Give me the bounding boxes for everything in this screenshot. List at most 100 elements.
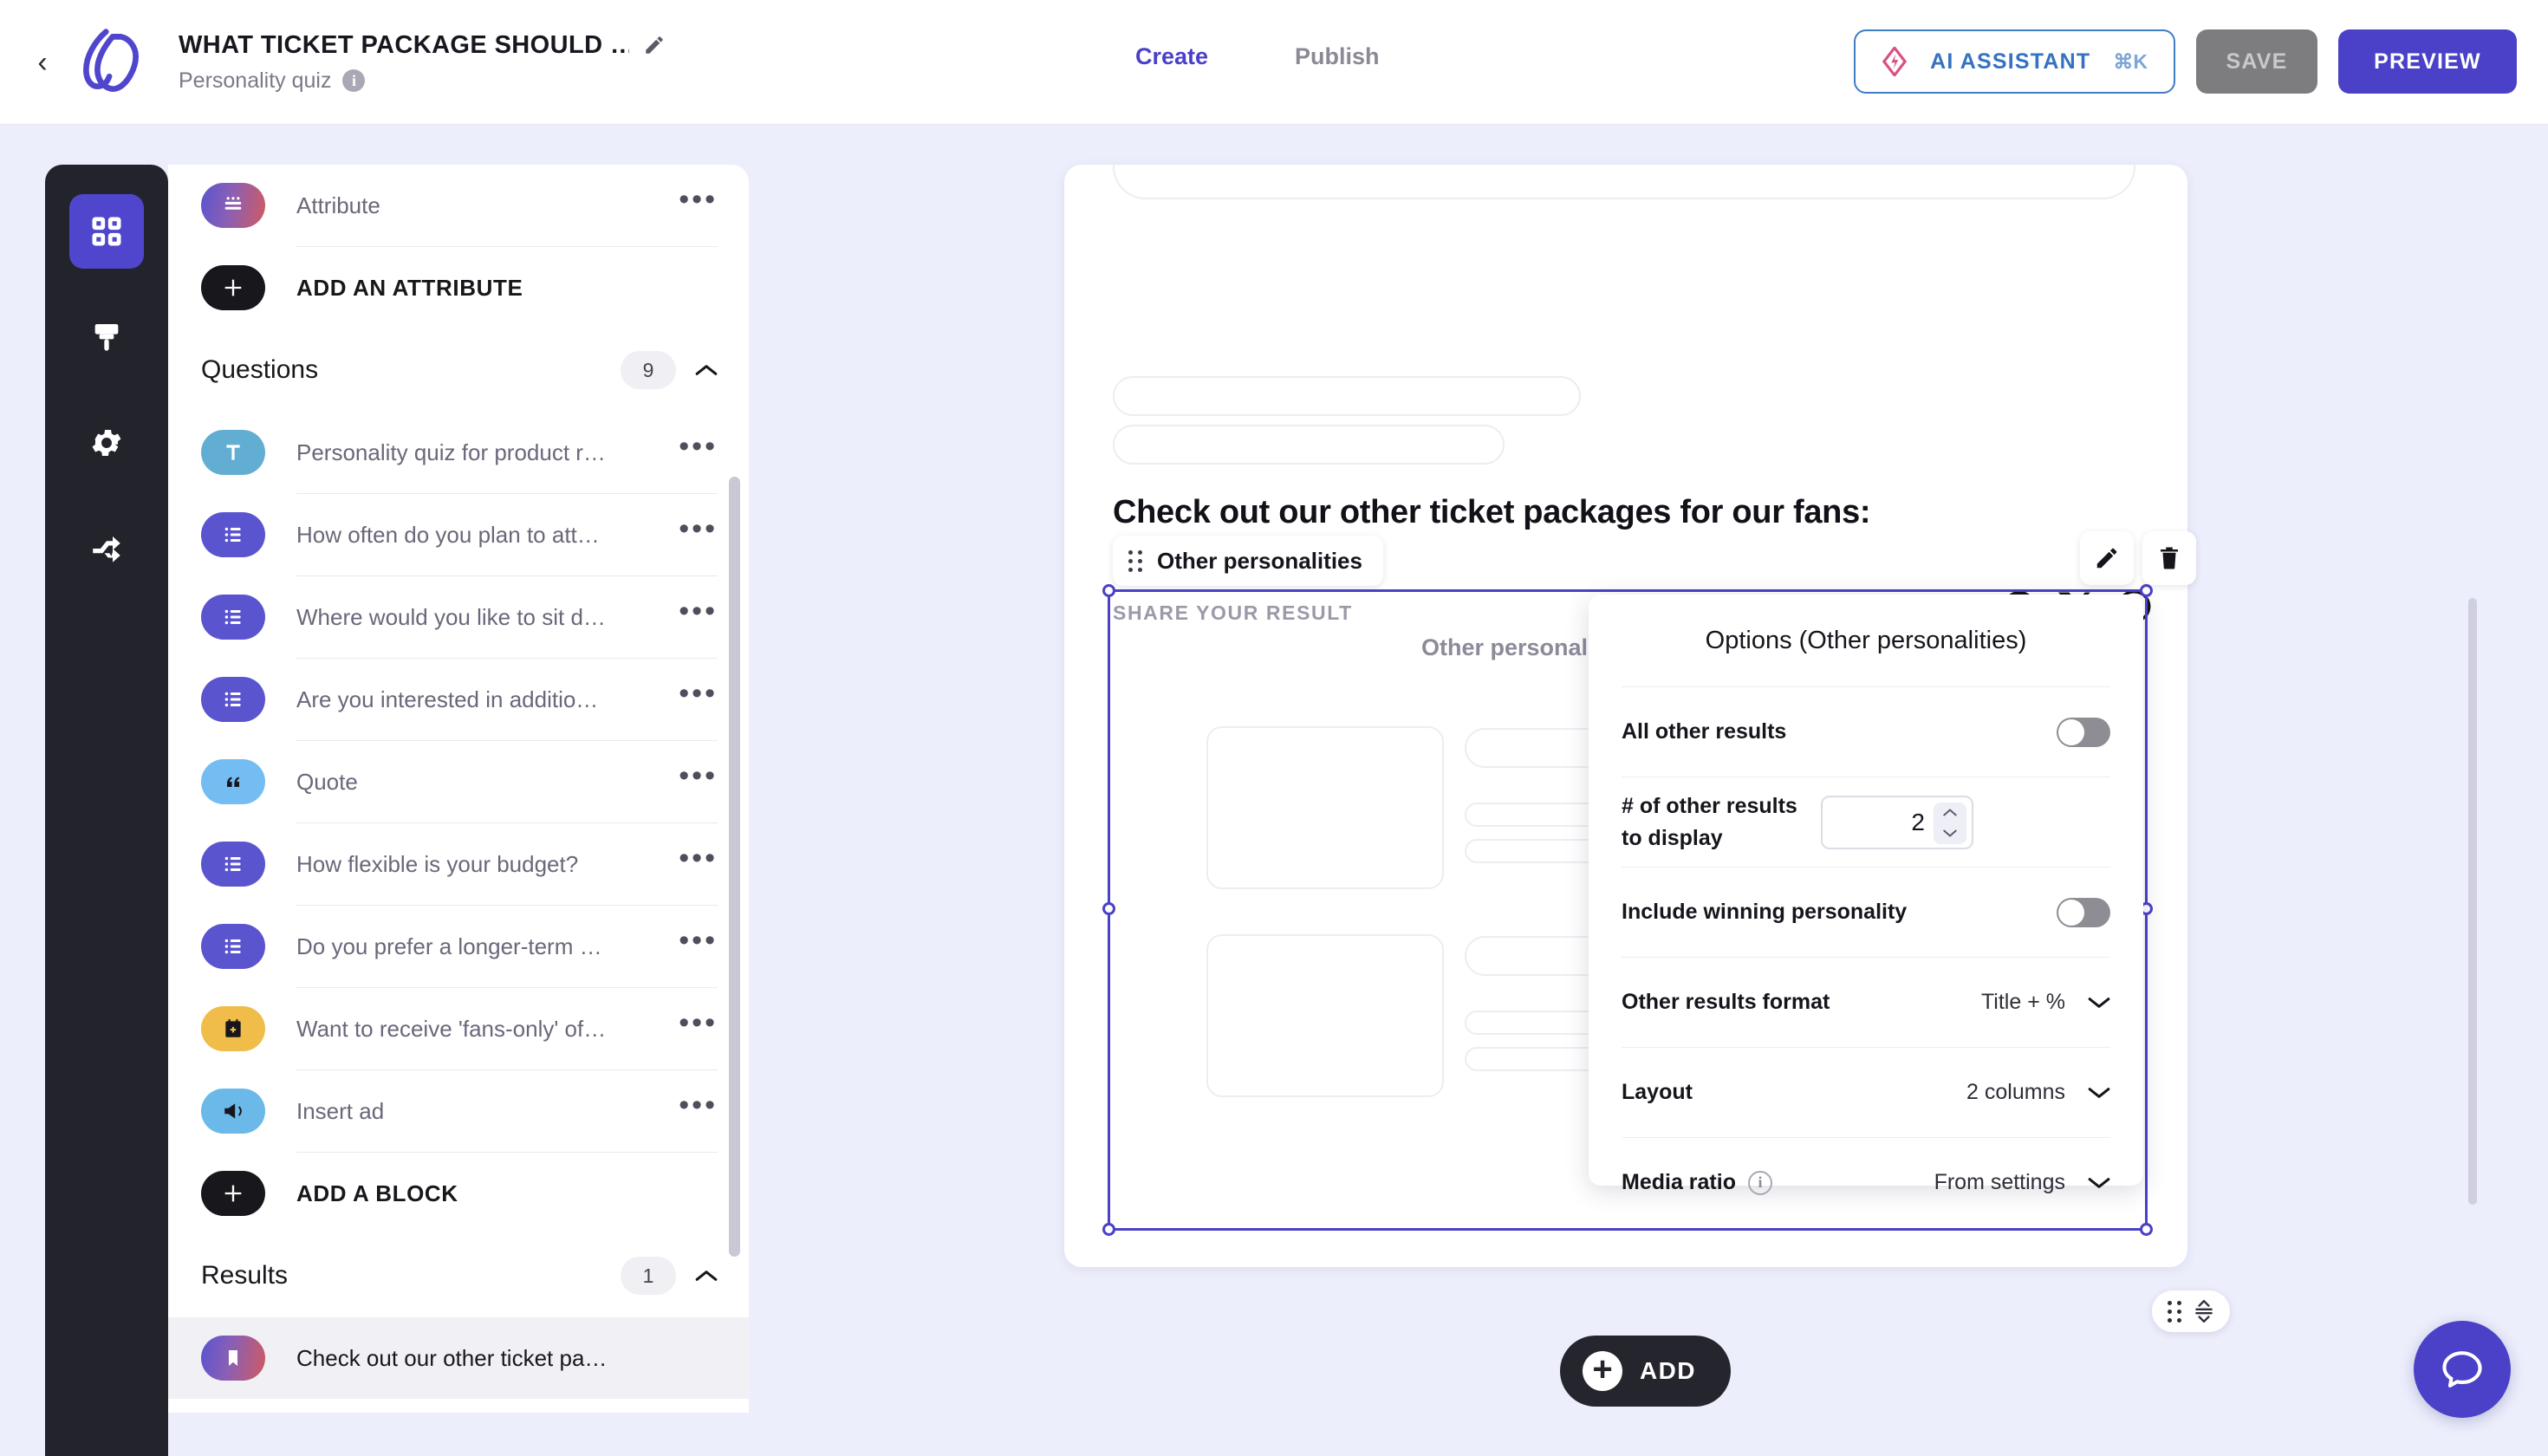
row-menu-button[interactable]: ••• xyxy=(679,432,718,464)
chevron-up-icon[interactable] xyxy=(1942,808,1958,817)
media-ratio-label: Media ratio xyxy=(1622,1170,1736,1194)
result-heading: Check out our other ticket packages for … xyxy=(1113,494,1871,530)
delete-block-button[interactable] xyxy=(2142,531,2196,585)
pencil-icon[interactable] xyxy=(643,34,666,56)
ai-assistant-button[interactable]: AI ASSISTANT ⌘K xyxy=(1854,29,2175,94)
top-header-bar: ‹ WHAT TICKET PACKAGE SHOULD … Personali… xyxy=(0,0,2548,125)
sidebar-item-result-selected[interactable]: Check out our other ticket pa… xyxy=(168,1317,749,1399)
all-other-results-toggle[interactable] xyxy=(2057,717,2110,747)
option-label: Other results format xyxy=(1622,990,1830,1014)
gear-icon xyxy=(92,429,121,457)
row-menu-button[interactable]: ••• xyxy=(679,843,718,875)
back-button[interactable]: ‹ xyxy=(29,45,55,80)
paint-brush-icon xyxy=(94,324,119,351)
quiz-type-label: Personality quiz xyxy=(179,68,332,93)
tab-publish[interactable]: Publish xyxy=(1295,43,1380,70)
panel-scrollbar[interactable] xyxy=(729,477,740,1257)
other-results-format-value: Title + % xyxy=(1980,990,2065,1014)
list-item-label: Quote xyxy=(296,768,358,795)
chevron-down-icon[interactable] xyxy=(2088,1086,2110,1100)
row-menu-button[interactable]: ••• xyxy=(679,926,718,958)
tab-create[interactable]: Create xyxy=(1135,43,1208,70)
list-item[interactable]: Where would you like to sit d… ••• xyxy=(168,576,749,658)
chat-support-button[interactable] xyxy=(2414,1321,2511,1418)
resize-handle[interactable] xyxy=(2140,584,2153,597)
row-menu-button[interactable]: ••• xyxy=(679,185,718,217)
attribute-label: Attribute xyxy=(296,192,380,218)
list-item[interactable]: Are you interested in additio… ••• xyxy=(168,659,749,740)
list-item-label: How often do you plan to att… xyxy=(296,521,600,548)
choice-block-icon xyxy=(201,512,265,557)
resize-handle[interactable] xyxy=(2140,1223,2153,1236)
list-item[interactable]: Personality quiz for product r… ••• xyxy=(168,412,749,493)
questions-section-header[interactable]: Questions 9 xyxy=(168,328,749,412)
block-label-text: Other personalities xyxy=(1157,547,1362,574)
list-item[interactable]: Quote ••• xyxy=(168,741,749,822)
header-actions: AI ASSISTANT ⌘K SAVE PREVIEW xyxy=(1854,29,2517,94)
chevron-down-icon[interactable] xyxy=(2088,1176,2110,1190)
choice-block-icon xyxy=(201,924,265,969)
results-section-header[interactable]: Results 1 xyxy=(168,1234,749,1317)
row-menu-button[interactable]: ••• xyxy=(679,761,718,793)
option-layout[interactable]: Layout 2 columns xyxy=(1622,1047,2110,1137)
option-label: # of other results to display xyxy=(1622,794,1797,850)
quiz-title-block: WHAT TICKET PACKAGE SHOULD … Personality… xyxy=(179,31,666,94)
quantity-stepper[interactable] xyxy=(1934,802,1966,844)
drag-grip-icon[interactable] xyxy=(1128,549,1143,572)
option-media-ratio[interactable]: Media ratio i From settings xyxy=(1622,1137,2110,1227)
resize-handle[interactable] xyxy=(1102,584,1115,597)
row-menu-button[interactable]: ••• xyxy=(679,1008,718,1040)
choice-block-icon xyxy=(201,842,265,887)
option-label: Media ratio i xyxy=(1622,1170,1934,1195)
list-item[interactable]: How often do you plan to att… ••• xyxy=(168,494,749,575)
edit-block-button[interactable] xyxy=(2080,531,2134,585)
attribute-row[interactable]: Attribute ••• xyxy=(168,165,749,246)
canvas-scrollbar[interactable] xyxy=(2468,598,2477,1205)
rail-item-logic[interactable] xyxy=(69,511,144,586)
add-attribute-label: ADD AN ATTRIBUTE xyxy=(296,274,523,301)
chevron-up-icon[interactable] xyxy=(695,1269,718,1283)
row-menu-button[interactable]: ••• xyxy=(679,1090,718,1122)
rail-item-settings[interactable] xyxy=(69,406,144,480)
preview-button[interactable]: PREVIEW xyxy=(2338,29,2517,94)
list-item[interactable]: Insert ad ••• xyxy=(168,1070,749,1152)
info-icon[interactable]: i xyxy=(342,69,366,92)
add-attribute-button[interactable]: ADD AN ATTRIBUTE xyxy=(168,247,749,328)
row-menu-button[interactable]: ••• xyxy=(679,596,718,628)
row-menu-button[interactable]: ••• xyxy=(679,679,718,711)
list-item-label: Personality quiz for product r… xyxy=(296,439,606,465)
info-icon[interactable]: i xyxy=(1747,1170,1772,1195)
ai-assistant-label: AI ASSISTANT xyxy=(1930,49,2091,74)
resize-handle[interactable] xyxy=(1102,902,1115,915)
list-item[interactable]: Do you prefer a longer-term … ••• xyxy=(168,906,749,987)
option-all-other-results: All other results xyxy=(1622,686,2110,777)
rail-item-blocks[interactable] xyxy=(69,194,144,269)
include-winning-personality-toggle[interactable] xyxy=(2057,897,2110,927)
drag-reorder-control[interactable] xyxy=(2152,1290,2230,1332)
number-of-results-input[interactable]: 2 xyxy=(1821,795,1973,849)
rail-item-design[interactable] xyxy=(69,300,144,374)
option-label: All other results xyxy=(1622,719,1787,744)
option-other-results-format[interactable]: Other results format Title + % xyxy=(1622,957,2110,1047)
drag-grip-icon[interactable] xyxy=(2167,1300,2182,1323)
save-button[interactable]: SAVE xyxy=(2196,29,2317,94)
share-branch-icon xyxy=(93,536,120,562)
plus-icon xyxy=(201,265,265,310)
list-item[interactable]: Want to receive 'fans-only' of… ••• xyxy=(168,988,749,1069)
media-placeholder xyxy=(1206,934,1444,1097)
chevron-up-icon[interactable] xyxy=(695,363,718,377)
resize-handle[interactable] xyxy=(1102,1223,1115,1236)
reorder-updown-icon[interactable] xyxy=(2193,1299,2215,1323)
add-block-button[interactable]: ADD A BLOCK xyxy=(168,1153,749,1234)
list-item-label: Want to receive 'fans-only' of… xyxy=(296,1015,607,1042)
page-title: WHAT TICKET PACKAGE SHOULD … xyxy=(179,30,629,59)
trash-icon xyxy=(2161,547,2178,569)
list-item[interactable]: How flexible is your budget? ••• xyxy=(168,823,749,905)
row-menu-button[interactable]: ••• xyxy=(679,514,718,546)
add-button[interactable]: + ADD xyxy=(1560,1336,1731,1407)
option-number-of-results: # of other results to display 2 xyxy=(1622,777,2110,867)
chevron-down-icon[interactable] xyxy=(1942,829,1958,838)
chevron-down-icon[interactable] xyxy=(2088,996,2110,1010)
block-label-tab[interactable]: Other personalities xyxy=(1113,536,1383,586)
blocks-panel: Attribute ••• ADD AN ATTRIBUTE Questions… xyxy=(168,165,749,1413)
